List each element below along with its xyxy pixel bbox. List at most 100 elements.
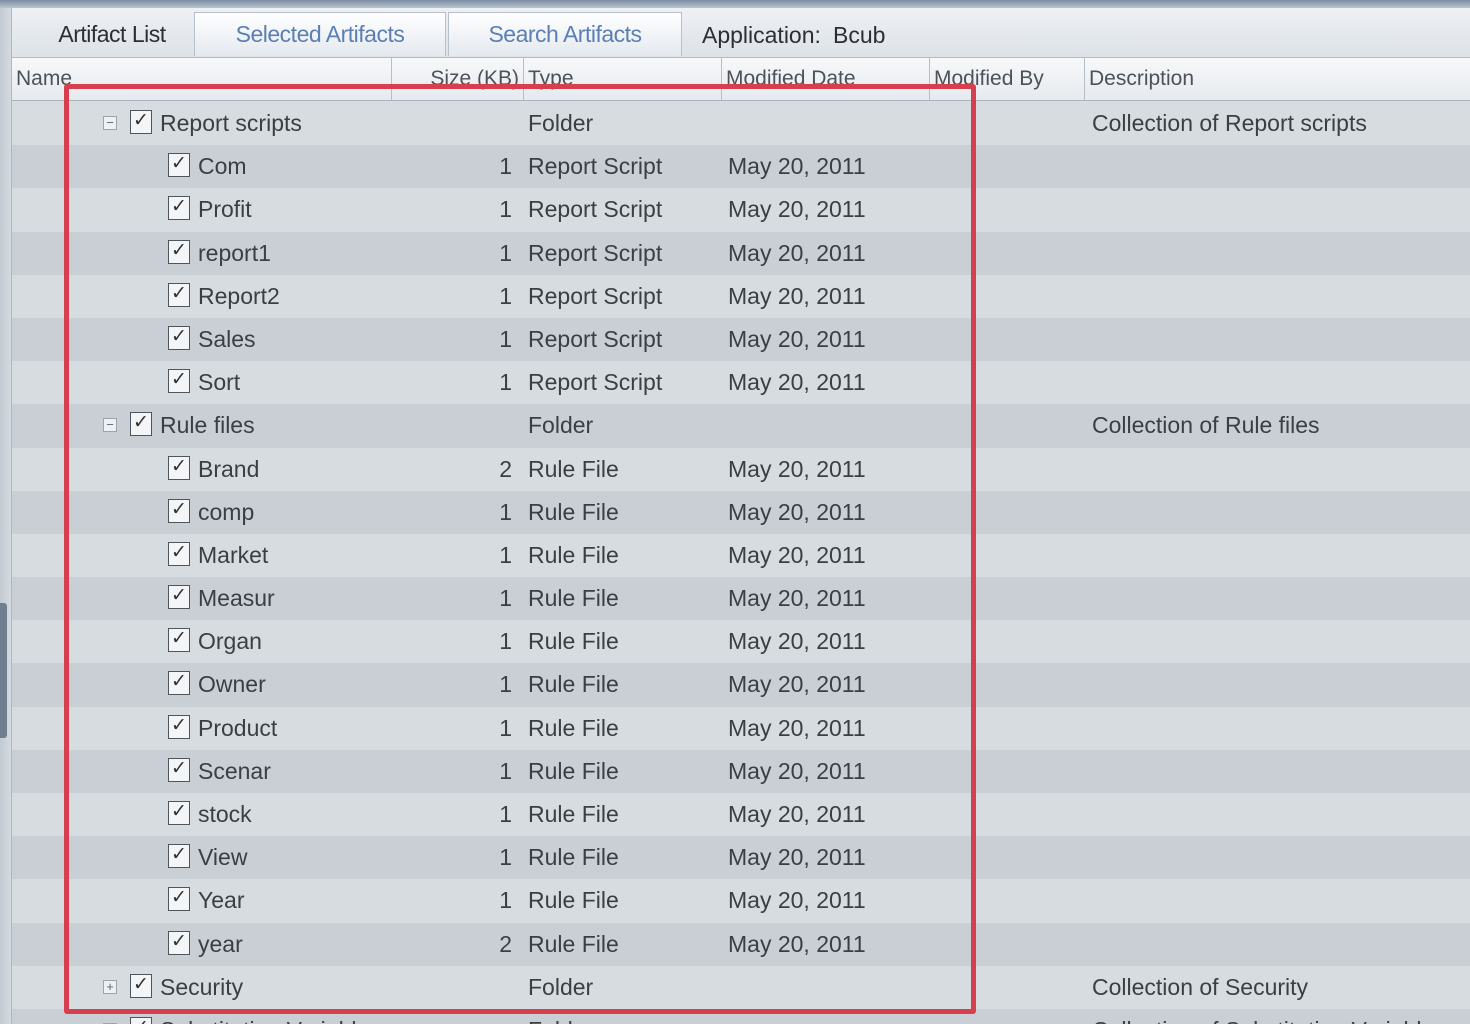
row-checkbox[interactable]: ✓ — [168, 153, 190, 178]
table-row[interactable]: ✓ Product 1 Rule File May 20, 2011 — [12, 706, 1470, 750]
row-checkbox[interactable]: ✓ — [168, 455, 190, 480]
table-row[interactable]: ✓ Year 1 Rule File May 20, 2011 — [12, 879, 1470, 923]
artifact-size: 1 — [499, 153, 512, 180]
artifact-modified-date: May 20, 2011 — [728, 930, 866, 957]
table-row[interactable]: ✓ Sort 1 Report Script May 20, 2011 — [12, 361, 1470, 405]
artifact-description: Collection of Rule files — [1092, 412, 1320, 439]
table-row[interactable]: ✓ report1 1 Report Script May 20, 2011 — [12, 231, 1470, 275]
artifact-type: Rule File — [528, 844, 619, 871]
panel-collapse-handle[interactable] — [0, 603, 7, 738]
tab-selected-artifacts[interactable]: Selected Artifacts — [194, 12, 446, 56]
row-checkbox[interactable]: ✓ — [168, 369, 190, 394]
column-header-description[interactable]: Description — [1085, 58, 1470, 100]
artifact-size: 1 — [499, 585, 512, 612]
artifact-type: Report Script — [528, 325, 663, 352]
tree-folder-row[interactable]: +✓Substitution VariablesFolderCollection… — [12, 1008, 1470, 1024]
table-row[interactable]: ✓ Sales 1 Report Script May 20, 2011 — [12, 317, 1470, 362]
table-row[interactable]: ✓ Scenar 1 Rule File May 20, 2011 — [12, 749, 1470, 793]
artifact-size: 1 — [499, 671, 512, 698]
artifact-name: Measur — [198, 585, 275, 612]
artifact-name: Owner — [198, 671, 266, 698]
row-checkbox[interactable]: ✓ — [168, 196, 190, 221]
row-checkbox[interactable]: ✓ — [168, 498, 190, 523]
artifact-type: Rule File — [528, 801, 619, 827]
row-checkbox[interactable]: ✓ — [168, 844, 190, 869]
row-checkbox[interactable]: ✓ — [168, 671, 190, 696]
column-header-size[interactable]: Size (KB) — [392, 58, 524, 100]
row-checkbox[interactable]: ✓ — [168, 325, 190, 350]
artifact-type: Rule File — [528, 930, 619, 957]
row-checkbox[interactable]: ✓ — [168, 541, 190, 566]
table-row[interactable]: ✓ stock 1 Rule File May 20, 2011 — [12, 793, 1470, 837]
artifact-name: Year — [198, 887, 245, 914]
table-row[interactable]: ✓ Com 1 Report Script May 20, 2011 — [12, 145, 1470, 189]
artifact-size: 1 — [499, 541, 512, 568]
row-checkbox[interactable]: ✓ — [168, 714, 190, 739]
row-checkbox[interactable]: ✓ — [168, 628, 190, 653]
tab-artifact-list[interactable]: Artifact List — [26, 12, 198, 56]
artifact-name: Sales — [198, 325, 256, 352]
artifact-modified-date: May 20, 2011 — [728, 628, 866, 655]
row-checkbox[interactable]: ✓ — [130, 973, 152, 998]
table-row[interactable]: ✓ Report2 1 Report Script May 20, 2011 — [12, 274, 1470, 318]
row-checkbox[interactable]: ✓ — [168, 887, 190, 912]
row-checkbox[interactable]: ✓ — [168, 801, 190, 825]
top-strip — [0, 0, 1470, 8]
artifact-size: 1 — [499, 887, 512, 914]
application-value: Bcub — [833, 22, 886, 48]
column-header-modified-date[interactable]: Modified Date — [722, 58, 930, 100]
artifact-modified-date: May 20, 2011 — [728, 585, 866, 612]
table-row[interactable]: ✓ Organ 1 Rule File May 20, 2011 — [12, 620, 1470, 664]
column-header-modified-by[interactable]: Modified By — [930, 58, 1085, 100]
row-checkbox[interactable]: ✓ — [168, 585, 190, 610]
artifact-name: report1 — [198, 239, 271, 266]
tree-folder-row[interactable]: + ✓ Security Folder Collection of Security — [12, 965, 1470, 1009]
row-checkbox[interactable]: ✓ — [168, 757, 190, 782]
artifact-type: Rule File — [528, 455, 619, 482]
table-row[interactable]: ✓ Measur 1 Rule File May 20, 2011 — [12, 577, 1470, 621]
artifact-modified-date: May 20, 2011 — [728, 153, 866, 180]
artifact-modified-date: May 20, 2011 — [728, 196, 866, 223]
row-checkbox[interactable]: ✓ — [130, 1016, 152, 1024]
artifact-modified-date: May 20, 2011 — [728, 369, 866, 396]
application-label: Application: — [702, 22, 821, 48]
artifact-size: 1 — [499, 757, 512, 784]
artifact-size: 1 — [499, 196, 512, 223]
artifact-type: Rule File — [528, 757, 619, 784]
table-row[interactable]: ✓ year 2 Rule File May 20, 2011 — [12, 922, 1470, 966]
expand-icon[interactable]: + — [103, 979, 117, 994]
artifact-name: stock — [198, 801, 252, 827]
row-checkbox[interactable]: ✓ — [130, 412, 152, 437]
artifact-modified-date: May 20, 2011 — [728, 498, 866, 525]
table-row[interactable]: ✓ Owner 1 Rule File May 20, 2011 — [12, 663, 1470, 707]
artifact-type: Folder — [528, 973, 594, 1000]
artifact-type: Report Script — [528, 196, 663, 223]
artifact-size: 1 — [499, 714, 512, 741]
row-checkbox[interactable]: ✓ — [130, 110, 152, 134]
row-checkbox[interactable]: ✓ — [168, 930, 190, 955]
table-row[interactable]: ✓ Profit 1 Report Script May 20, 2011 — [12, 188, 1470, 232]
tab-search-artifacts[interactable]: Search Artifacts — [448, 12, 682, 56]
table-row[interactable]: ✓ Market 1 Rule File May 20, 2011 — [12, 533, 1470, 578]
column-header-name[interactable]: Name — [12, 58, 392, 100]
collapse-icon[interactable]: − — [103, 418, 117, 433]
artifact-size: 1 — [499, 282, 512, 309]
artifact-modified-date: May 20, 2011 — [728, 282, 866, 309]
artifact-type: Rule File — [528, 671, 619, 698]
artifact-size: 1 — [499, 239, 512, 266]
tree-folder-row[interactable]: − ✓ Report scripts Folder Collection of Repo… — [12, 102, 1470, 146]
table-row[interactable]: ✓ View 1 Rule File May 20, 2011 — [12, 836, 1470, 880]
collapse-icon[interactable]: − — [103, 116, 117, 130]
table-row[interactable]: ✓ Brand 2 Rule File May 20, 2011 — [12, 447, 1470, 491]
artifact-size: 1 — [499, 498, 512, 525]
row-checkbox[interactable]: ✓ — [168, 282, 190, 307]
artifact-modified-date: May 20, 2011 — [728, 239, 866, 266]
artifact-name: Product — [198, 714, 278, 741]
artifact-size: 2 — [499, 930, 512, 957]
tree-folder-row[interactable]: − ✓ Rule files Folder Collection of Rule fil… — [12, 404, 1470, 448]
row-checkbox[interactable]: ✓ — [168, 239, 190, 264]
artifact-name: Substitution Variables — [160, 1017, 381, 1024]
column-header-type[interactable]: Type — [524, 58, 722, 100]
table-row[interactable]: ✓ comp 1 Rule File May 20, 2011 — [12, 490, 1470, 534]
artifact-modified-date: May 20, 2011 — [728, 325, 866, 352]
